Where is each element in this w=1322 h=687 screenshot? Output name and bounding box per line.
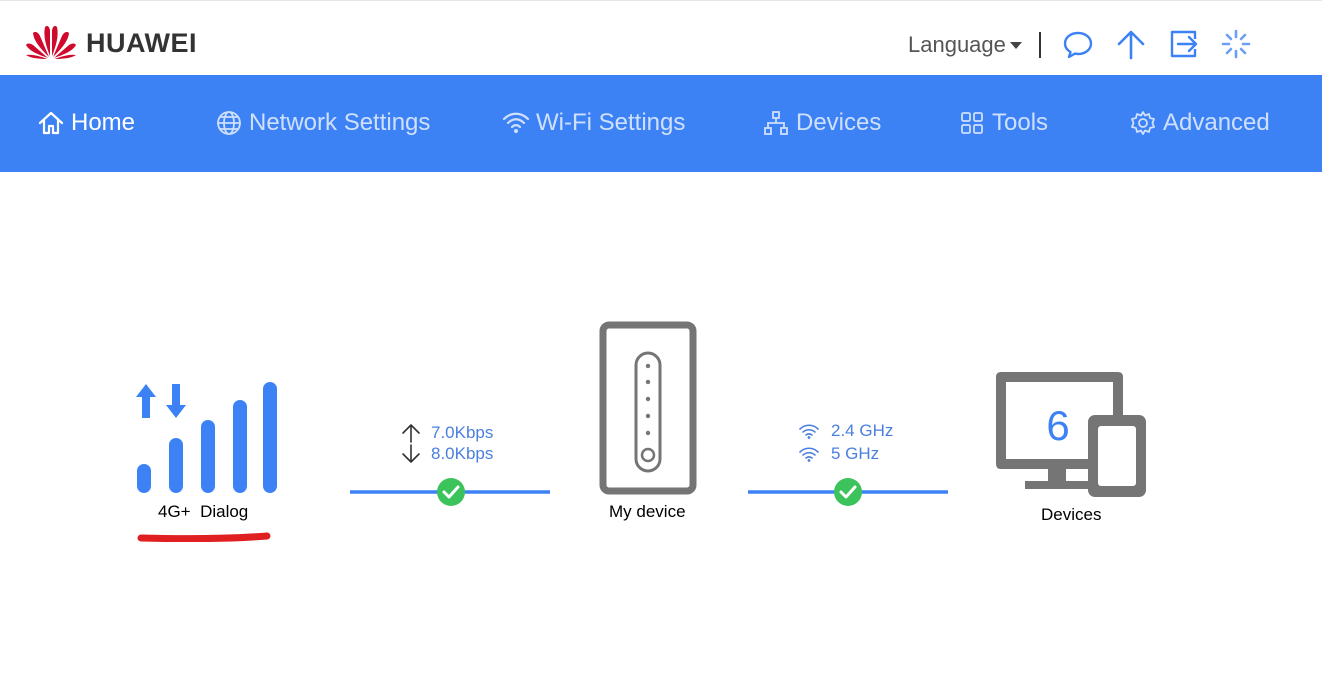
nav-label-wifi-settings: Wi-Fi Settings <box>536 109 686 136</box>
operator-name: Dialog <box>200 502 249 521</box>
arrow-down-icon <box>402 443 420 463</box>
check-icon <box>437 478 465 506</box>
my-device-label: My device <box>609 502 686 521</box>
wifi-connection-link <box>748 478 948 506</box>
globe-icon <box>217 111 241 135</box>
signal-strength-icon[interactable] <box>135 380 280 495</box>
brand-name: HUAWEI <box>86 27 197 58</box>
upload-speed-row: 7.0Kbps <box>400 422 493 443</box>
main-nav: Home Network Settings Wi-Fi Settings Dev… <box>0 75 1322 172</box>
loading-icon[interactable] <box>1220 28 1252 60</box>
gear-icon <box>1131 111 1155 135</box>
wifi-small-icon <box>799 446 819 462</box>
nav-item-wifi-settings[interactable]: Wi-Fi Settings <box>502 109 685 137</box>
internet-connection-link <box>350 478 550 506</box>
wifi-small-icon <box>799 423 819 439</box>
network-tree-icon <box>764 111 788 135</box>
check-icon <box>834 478 862 506</box>
grid-icon <box>961 112 983 134</box>
network-operator-label: 4G+ Dialog <box>158 502 248 522</box>
nav-item-home[interactable]: Home <box>37 109 135 137</box>
wifi-band-5-row: 5 GHz <box>798 442 893 465</box>
router-device-icon[interactable] <box>599 321 697 495</box>
logout-icon[interactable] <box>1168 28 1200 60</box>
wifi-band-24: 2.4 GHz <box>831 420 894 440</box>
devices-count[interactable]: 6 <box>1030 402 1086 450</box>
nav-item-network-settings[interactable]: Network Settings <box>215 109 430 137</box>
wifi-bands-info: 2.4 GHz 5 GHz <box>798 419 893 465</box>
nav-label-advanced: Advanced <box>1163 109 1270 136</box>
home-icon <box>38 111 64 135</box>
speed-info: 7.0Kbps 8.0Kbps <box>400 422 493 464</box>
download-speed: 8.0Kbps <box>431 443 494 463</box>
upload-icon[interactable] <box>1115 28 1147 60</box>
chat-icon[interactable] <box>1062 28 1094 60</box>
nav-item-devices[interactable]: Devices <box>762 109 881 137</box>
nav-label-tools: Tools <box>992 109 1049 136</box>
nav-item-tools[interactable]: Tools <box>958 109 1048 137</box>
nav-label-home: Home <box>71 109 136 136</box>
caret-down-icon <box>1009 41 1022 49</box>
nav-label-devices: Devices <box>796 109 882 136</box>
wifi-band-5: 5 GHz <box>831 443 880 463</box>
upload-speed: 7.0Kbps <box>431 422 494 442</box>
network-type: 4G+ <box>158 502 191 521</box>
arrow-up-icon <box>402 423 420 443</box>
wifi-band-24-row: 2.4 GHz <box>798 419 893 442</box>
nav-label-network-settings: Network Settings <box>249 109 431 136</box>
language-dropdown[interactable]: Language <box>908 32 1022 58</box>
red-underline-annotation <box>137 532 271 542</box>
language-label: Language <box>908 32 1006 57</box>
wifi-icon <box>502 112 530 133</box>
huawei-flower-icon <box>26 26 76 59</box>
header-divider <box>1039 32 1041 58</box>
header: HUAWEI Language <box>0 6 1322 75</box>
devices-label: Devices <box>1041 505 1102 524</box>
huawei-logo: HUAWEI <box>24 22 197 62</box>
download-speed-row: 8.0Kbps <box>400 443 493 464</box>
nav-item-advanced[interactable]: Advanced <box>1129 109 1270 137</box>
